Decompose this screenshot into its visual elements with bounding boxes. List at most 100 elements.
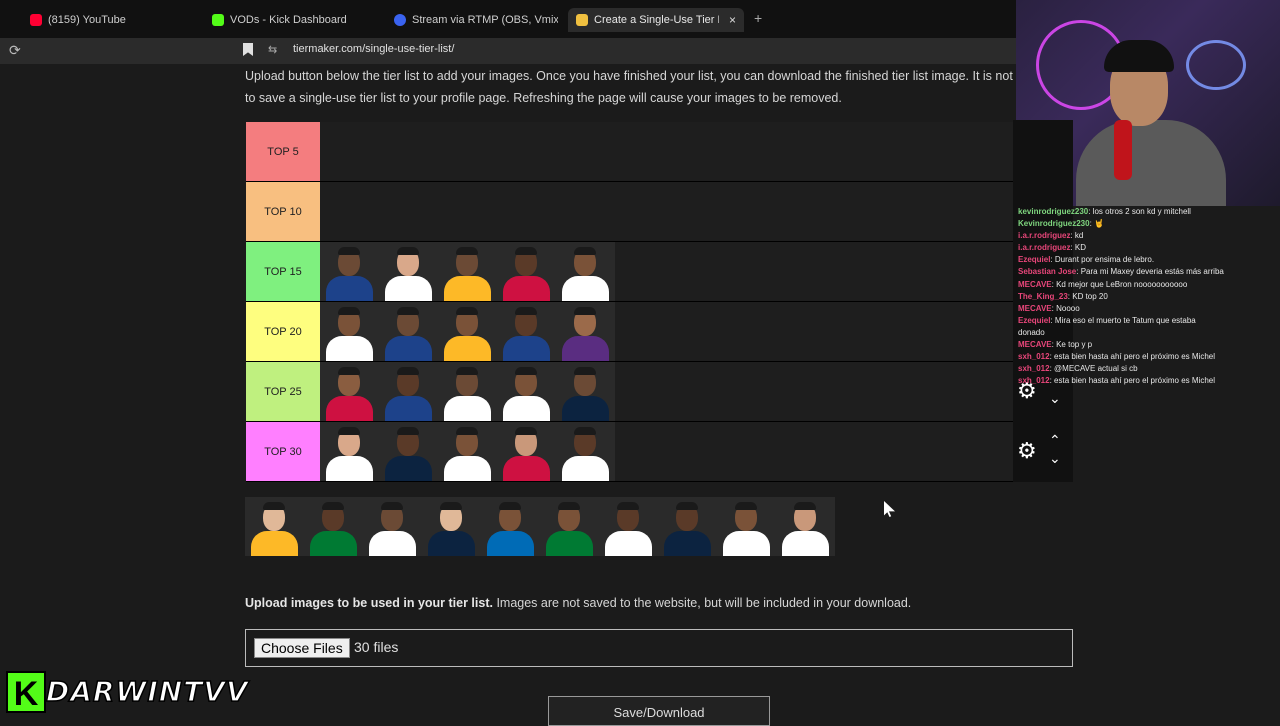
reload-icon[interactable]: ⟳ bbox=[9, 42, 21, 59]
tier-items[interactable] bbox=[320, 422, 615, 481]
chat-text: : KD top 20 bbox=[1067, 291, 1108, 301]
tier-label[interactable]: TOP 15 bbox=[246, 242, 320, 301]
tier-row: TOP 10 bbox=[246, 182, 1013, 242]
player-image[interactable] bbox=[599, 497, 658, 556]
tab-youtube[interactable]: (8159) YouTube bbox=[30, 8, 190, 32]
tier-label[interactable]: TOP 20 bbox=[246, 302, 320, 361]
chat-username: MECAVE bbox=[1018, 340, 1052, 350]
player-jersey bbox=[782, 531, 829, 556]
chat-message: i.a.r.rodriguez: kd bbox=[1018, 230, 1280, 242]
player-hair bbox=[456, 307, 478, 315]
player-jersey bbox=[326, 336, 373, 361]
player-image[interactable] bbox=[497, 302, 556, 361]
chat-username: Ezequiel bbox=[1018, 315, 1051, 325]
player-hair bbox=[558, 502, 580, 510]
player-image[interactable] bbox=[556, 422, 615, 481]
player-jersey bbox=[562, 336, 609, 361]
player-image[interactable] bbox=[379, 422, 438, 481]
player-image[interactable] bbox=[363, 497, 422, 556]
url-field[interactable]: tiermaker.com/single-use-tier-list/ bbox=[293, 43, 454, 55]
new-tab-button[interactable]: + bbox=[754, 10, 762, 26]
chat-message: sxh_012: esta bien hasta ahí pero el pró… bbox=[1018, 375, 1280, 386]
player-image[interactable] bbox=[556, 242, 615, 301]
chat-text: : los otros 2 son kd y mitchell bbox=[1088, 207, 1191, 216]
choose-files-button[interactable]: Choose Files bbox=[254, 638, 350, 658]
player-image[interactable] bbox=[438, 302, 497, 361]
player-image[interactable] bbox=[776, 497, 835, 556]
player-jersey bbox=[444, 456, 491, 481]
save-download-button[interactable]: Save/Download bbox=[548, 696, 770, 726]
player-image[interactable] bbox=[438, 422, 497, 481]
player-jersey bbox=[326, 396, 373, 421]
player-image[interactable] bbox=[320, 422, 379, 481]
player-jersey bbox=[326, 276, 373, 301]
site-info-icon[interactable]: ⇆ bbox=[268, 43, 277, 56]
player-jersey bbox=[385, 396, 432, 421]
chevron-down-icon[interactable]: ⌄ bbox=[1049, 390, 1061, 407]
player-image[interactable] bbox=[556, 362, 615, 421]
tier-items[interactable] bbox=[320, 362, 615, 421]
player-image[interactable] bbox=[320, 242, 379, 301]
player-hair bbox=[617, 502, 639, 510]
chat-message: i.a.r.rodriguez: KD bbox=[1018, 242, 1280, 254]
player-jersey bbox=[723, 531, 770, 556]
player-image[interactable] bbox=[379, 362, 438, 421]
player-image[interactable] bbox=[540, 497, 599, 556]
chat-text: donado bbox=[1018, 327, 1045, 337]
player-image[interactable] bbox=[320, 362, 379, 421]
chat-text: : KD bbox=[1070, 243, 1087, 253]
player-jersey bbox=[546, 531, 593, 556]
tier-row: TOP 5 bbox=[246, 122, 1013, 182]
chat-message: MECAVE: Ke top y p bbox=[1018, 339, 1280, 351]
tier-row: TOP 15 bbox=[246, 242, 1013, 302]
player-jersey bbox=[562, 276, 609, 301]
chat-username: sxh_012 bbox=[1018, 364, 1050, 374]
chat-message: MECAVE: Kd mejor que LeBron nooooooooooo bbox=[1018, 279, 1280, 291]
tier-items[interactable] bbox=[320, 302, 615, 361]
tier-label[interactable]: TOP 5 bbox=[246, 122, 320, 181]
chat-text: : 🤘 bbox=[1089, 219, 1104, 229]
player-image[interactable] bbox=[245, 497, 304, 556]
player-image[interactable] bbox=[556, 302, 615, 361]
tier-label[interactable]: TOP 30 bbox=[246, 422, 320, 481]
chevron-up-icon[interactable]: ⌃ bbox=[1049, 432, 1061, 449]
player-hair bbox=[515, 367, 537, 375]
player-image[interactable] bbox=[320, 302, 379, 361]
tab-kick-dashboard[interactable]: VODs - Kick Dashboard bbox=[212, 8, 382, 32]
player-hair bbox=[574, 367, 596, 375]
stream-chat: kevinrodriguez230: los otros 2 son kd y … bbox=[1018, 206, 1280, 386]
player-jersey bbox=[503, 456, 550, 481]
player-image[interactable] bbox=[304, 497, 363, 556]
tier-label[interactable]: TOP 25 bbox=[246, 362, 320, 421]
bookmark-icon[interactable] bbox=[243, 43, 253, 56]
player-hair bbox=[456, 247, 478, 255]
address-bar: ⟳ ⇆ tiermaker.com/single-use-tier-list/ bbox=[0, 38, 1016, 64]
tier-label[interactable]: TOP 10 bbox=[246, 182, 320, 241]
tab-tiermaker[interactable]: Create a Single-Use Tier List ( × bbox=[568, 8, 744, 32]
player-image[interactable] bbox=[438, 362, 497, 421]
chat-text: : esta bien hasta ahí pero el próximo es… bbox=[1049, 352, 1216, 362]
player-image[interactable] bbox=[379, 242, 438, 301]
player-hair bbox=[322, 502, 344, 510]
player-jersey bbox=[444, 336, 491, 361]
player-jersey bbox=[503, 396, 550, 421]
tab-restream[interactable]: Stream via RTMP (OBS, Vmix, Zoo bbox=[394, 8, 558, 32]
close-tab-icon[interactable]: × bbox=[729, 13, 736, 27]
player-jersey bbox=[562, 456, 609, 481]
chevron-down-icon[interactable]: ⌄ bbox=[1049, 450, 1061, 467]
chat-message: Kevinrodriguez230: 🤘 bbox=[1018, 218, 1280, 230]
player-image[interactable] bbox=[717, 497, 776, 556]
player-image[interactable] bbox=[379, 302, 438, 361]
player-image[interactable] bbox=[481, 497, 540, 556]
player-image[interactable] bbox=[658, 497, 717, 556]
tier-items[interactable] bbox=[320, 242, 615, 301]
upload-instructions-rest: Images are not saved to the website, but… bbox=[492, 596, 912, 610]
gear-icon[interactable]: ⚙ bbox=[1017, 440, 1037, 462]
player-hair bbox=[440, 502, 462, 510]
player-image[interactable] bbox=[497, 422, 556, 481]
player-image[interactable] bbox=[438, 242, 497, 301]
player-image[interactable] bbox=[497, 362, 556, 421]
player-image[interactable] bbox=[497, 242, 556, 301]
chat-username: sxh_012 bbox=[1018, 376, 1050, 386]
player-image[interactable] bbox=[422, 497, 481, 556]
